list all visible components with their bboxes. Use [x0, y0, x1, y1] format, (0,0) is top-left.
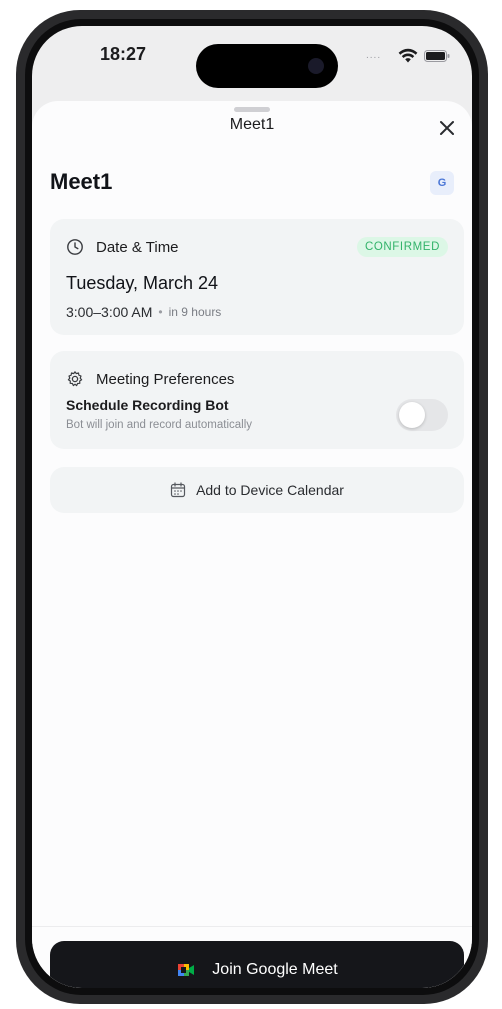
toggle-knob — [399, 402, 425, 428]
close-icon[interactable] — [436, 117, 458, 139]
google-calendar-badge: G — [430, 171, 454, 195]
calendar-icon — [170, 482, 186, 498]
meeting-time-row: 3:00–3:00 AM • in 9 hours — [66, 304, 221, 320]
recording-bot-title: Schedule Recording Bot — [66, 397, 229, 413]
sheet-grabber[interactable] — [234, 107, 270, 112]
page-title: Meet1 — [50, 169, 113, 194]
clock-icon — [67, 239, 83, 255]
battery-icon — [424, 50, 450, 62]
screen: 18:27 .... Meet1 Meet1 G Date & Time CON… — [32, 26, 472, 988]
preferences-label: Meeting Preferences — [96, 370, 235, 388]
meeting-date: Tuesday, March 24 — [66, 273, 219, 293]
phone-bezel: 18:27 .... Meet1 Meet1 G Date & Time CON… — [25, 19, 479, 995]
gear-icon — [67, 371, 83, 387]
signal-icon: .... — [366, 50, 382, 61]
relative-time: in 9 hours — [168, 305, 222, 319]
dynamic-island — [196, 44, 338, 88]
google-meet-icon — [178, 964, 195, 976]
sheet-title: Meet1 — [229, 116, 275, 133]
date-time-header: Date & Time — [66, 238, 179, 256]
date-time-card: Date & Time CONFIRMED Tuesday, March 24 … — [50, 219, 464, 335]
phone-frame: 18:27 .... Meet1 Meet1 G Date & Time CON… — [16, 10, 488, 1004]
date-time-label: Date & Time — [96, 238, 179, 256]
meeting-time-range: 3:00–3:00 AM — [66, 304, 153, 320]
add-to-calendar-button[interactable]: Add to Device Calendar — [50, 467, 464, 513]
footer-divider — [32, 926, 472, 927]
status-time: 18:27 — [100, 44, 147, 64]
status-badge: CONFIRMED — [356, 237, 448, 257]
camera-icon — [308, 58, 324, 74]
add-to-calendar-label: Add to Device Calendar — [196, 482, 344, 498]
status-bar: 18:27 .... — [32, 26, 472, 88]
join-google-meet-label: Join Google Meet — [212, 961, 338, 978]
meeting-preferences-card: Meeting Preferences Schedule Recording B… — [50, 351, 464, 449]
preferences-header: Meeting Preferences — [66, 370, 234, 388]
wifi-icon — [398, 48, 418, 63]
time-separator: • — [158, 305, 163, 319]
join-google-meet-button[interactable]: Join Google Meet — [50, 941, 464, 988]
recording-bot-subtitle: Bot will join and record automatically — [66, 419, 253, 431]
meeting-sheet: Meet1 Meet1 G Date & Time CONFIRMED Tues… — [32, 101, 472, 988]
recording-bot-toggle[interactable] — [396, 399, 448, 431]
